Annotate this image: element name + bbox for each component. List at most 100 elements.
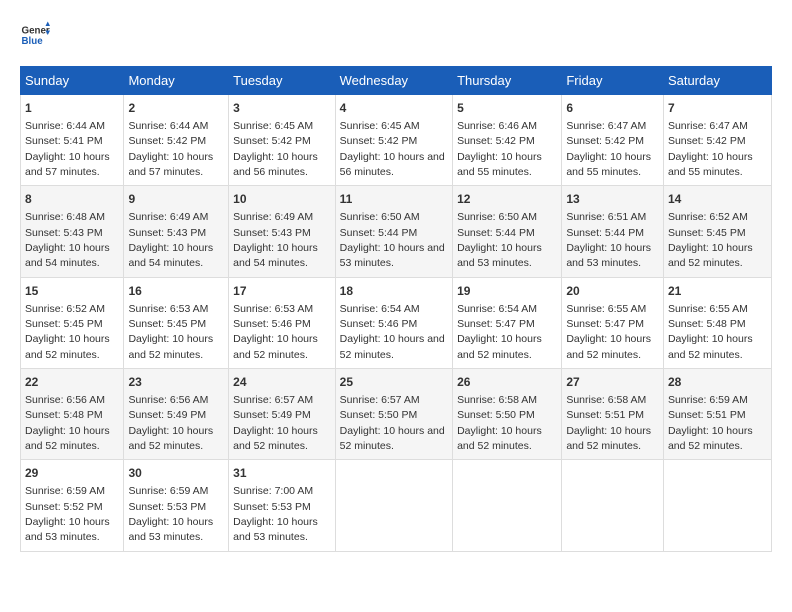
sunset-text: Sunset: 5:44 PM (340, 227, 418, 239)
sunset-text: Sunset: 5:42 PM (668, 135, 746, 147)
sunset-text: Sunset: 5:51 PM (668, 409, 746, 421)
sunset-text: Sunset: 5:45 PM (128, 318, 206, 330)
weekday-header-monday: Monday (124, 67, 229, 95)
day-number: 8 (25, 191, 119, 208)
day-number: 28 (668, 374, 767, 391)
sunset-text: Sunset: 5:46 PM (233, 318, 311, 330)
daylight-label: Daylight: 10 hours and 52 minutes. (233, 333, 318, 360)
day-number: 26 (457, 374, 557, 391)
daylight-label: Daylight: 10 hours and 53 minutes. (25, 516, 110, 543)
day-cell (663, 460, 771, 551)
sunrise-text: Sunrise: 6:56 AM (25, 394, 105, 406)
day-cell: 14Sunrise: 6:52 AMSunset: 5:45 PMDayligh… (663, 186, 771, 277)
day-cell: 4Sunrise: 6:45 AMSunset: 5:42 PMDaylight… (335, 95, 452, 186)
daylight-label: Daylight: 10 hours and 52 minutes. (340, 425, 445, 452)
daylight-label: Daylight: 10 hours and 52 minutes. (457, 333, 542, 360)
sunrise-text: Sunrise: 6:52 AM (25, 303, 105, 315)
day-cell: 6Sunrise: 6:47 AMSunset: 5:42 PMDaylight… (562, 95, 664, 186)
day-number: 23 (128, 374, 224, 391)
sunrise-text: Sunrise: 6:59 AM (25, 485, 105, 497)
daylight-label: Daylight: 10 hours and 54 minutes. (128, 242, 213, 269)
day-number: 13 (566, 191, 659, 208)
sunrise-text: Sunrise: 6:47 AM (668, 120, 748, 132)
day-cell: 10Sunrise: 6:49 AMSunset: 5:43 PMDayligh… (229, 186, 336, 277)
daylight-label: Daylight: 10 hours and 57 minutes. (128, 151, 213, 178)
daylight-label: Daylight: 10 hours and 53 minutes. (457, 242, 542, 269)
logo-icon: General Blue (20, 20, 50, 50)
sunset-text: Sunset: 5:42 PM (566, 135, 644, 147)
day-number: 20 (566, 283, 659, 300)
day-cell: 13 Sunrise: 6:51 AM Sunset: 5:44 PM Dayligh… (562, 186, 664, 277)
day-number: 14 (668, 191, 767, 208)
daylight-label: Daylight: 10 hours and 52 minutes. (233, 425, 318, 452)
sunrise-text: Sunrise: 6:57 AM (340, 394, 420, 406)
sunrise-text: Sunrise: 6:59 AM (668, 394, 748, 406)
sunrise-text: Sunrise: 6:46 AM (457, 120, 537, 132)
sunset-text: Sunset: 5:45 PM (668, 227, 746, 239)
sunset-text: Sunset: 5:44 PM (566, 227, 644, 239)
daylight-label: Daylight: 10 hours and 52 minutes. (457, 425, 542, 452)
svg-text:General: General (22, 26, 51, 37)
day-number: 15 (25, 283, 119, 300)
day-cell: 1Sunrise: 6:44 AMSunset: 5:41 PMDaylight… (21, 95, 124, 186)
week-row-2: 8Sunrise: 6:48 AMSunset: 5:43 PMDaylight… (21, 186, 772, 277)
day-number: 7 (668, 100, 767, 117)
sunset-text: Sunset: 5:48 PM (668, 318, 746, 330)
sunset-text: Sunset: 5:53 PM (233, 501, 311, 513)
daylight-label: Daylight: 10 hours and 52 minutes. (566, 425, 651, 452)
sunset-text: Sunset: 5:47 PM (566, 318, 644, 330)
sunset-text: Sunset: 5:43 PM (25, 227, 103, 239)
day-cell: 16Sunrise: 6:53 AMSunset: 5:45 PMDayligh… (124, 277, 229, 368)
daylight-label: Daylight: 10 hours and 54 minutes. (25, 242, 110, 269)
calendar-table: SundayMondayTuesdayWednesdayThursdayFrid… (20, 66, 772, 552)
day-number: 9 (128, 191, 224, 208)
sunset-text: Sunset: 5:47 PM (457, 318, 535, 330)
week-row-4: 22Sunrise: 6:56 AMSunset: 5:48 PMDayligh… (21, 369, 772, 460)
weekday-header-tuesday: Tuesday (229, 67, 336, 95)
weekday-header-thursday: Thursday (453, 67, 562, 95)
week-row-5: 29Sunrise: 6:59 AMSunset: 5:52 PMDayligh… (21, 460, 772, 551)
sunrise-text: Sunrise: 6:54 AM (340, 303, 420, 315)
day-cell: 7Sunrise: 6:47 AMSunset: 5:42 PMDaylight… (663, 95, 771, 186)
daylight-label: Daylight: 10 hours and 56 minutes. (340, 151, 445, 178)
sunrise-text: Sunrise: 6:52 AM (668, 211, 748, 223)
daylight-label: Daylight: 10 hours and 53 minutes. (233, 516, 318, 543)
sunset-text: Sunset: 5:52 PM (25, 501, 103, 513)
weekday-header-friday: Friday (562, 67, 664, 95)
sunset-text: Sunset: 5:44 PM (457, 227, 535, 239)
sunrise-text: Sunrise: 6:55 AM (566, 303, 646, 315)
sunset-text: Sunset: 5:42 PM (128, 135, 206, 147)
day-number: 30 (128, 465, 224, 482)
sunset-text: Sunset: 5:49 PM (128, 409, 206, 421)
sunrise-text: Sunrise: 6:55 AM (668, 303, 748, 315)
day-cell: 29Sunrise: 6:59 AMSunset: 5:52 PMDayligh… (21, 460, 124, 551)
day-cell: 21 Sunrise: 6:55 AM Sunset: 5:48 PM Dayligh… (663, 277, 771, 368)
daylight-label: Daylight: 10 hours and 53 minutes. (566, 242, 651, 269)
weekday-header-saturday: Saturday (663, 67, 771, 95)
daylight-label: Daylight: 10 hours and 55 minutes. (457, 151, 542, 178)
day-cell: 12Sunrise: 6:50 AMSunset: 5:44 PMDayligh… (453, 186, 562, 277)
day-number: 21 (668, 283, 767, 300)
weekday-header-wednesday: Wednesday (335, 67, 452, 95)
day-number: 11 (340, 191, 448, 208)
daylight-label: Daylight: 10 hours and 52 minutes. (668, 333, 753, 360)
header-row: SundayMondayTuesdayWednesdayThursdayFrid… (21, 67, 772, 95)
day-cell: 20Sunrise: 6:55 AMSunset: 5:47 PMDayligh… (562, 277, 664, 368)
sunset-text: Sunset: 5:51 PM (566, 409, 644, 421)
day-number: 25 (340, 374, 448, 391)
daylight-label: Daylight: 10 hours and 52 minutes. (25, 425, 110, 452)
day-number: 27 (566, 374, 659, 391)
daylight-label: Daylight: 10 hours and 53 minutes. (128, 516, 213, 543)
day-cell: 2Sunrise: 6:44 AMSunset: 5:42 PMDaylight… (124, 95, 229, 186)
week-row-1: 1Sunrise: 6:44 AMSunset: 5:41 PMDaylight… (21, 95, 772, 186)
sunrise-text: Sunrise: 6:51 AM (566, 211, 646, 223)
daylight-label: Daylight: 10 hours and 52 minutes. (25, 333, 110, 360)
sunrise-text: Sunrise: 6:58 AM (457, 394, 537, 406)
sunrise-text: Sunrise: 6:44 AM (128, 120, 208, 132)
day-number: 18 (340, 283, 448, 300)
day-cell (335, 460, 452, 551)
day-cell: 8Sunrise: 6:48 AMSunset: 5:43 PMDaylight… (21, 186, 124, 277)
day-cell: 11Sunrise: 6:50 AMSunset: 5:44 PMDayligh… (335, 186, 452, 277)
sunrise-text: Sunrise: 6:54 AM (457, 303, 537, 315)
day-cell: 27Sunrise: 6:58 AMSunset: 5:51 PMDayligh… (562, 369, 664, 460)
